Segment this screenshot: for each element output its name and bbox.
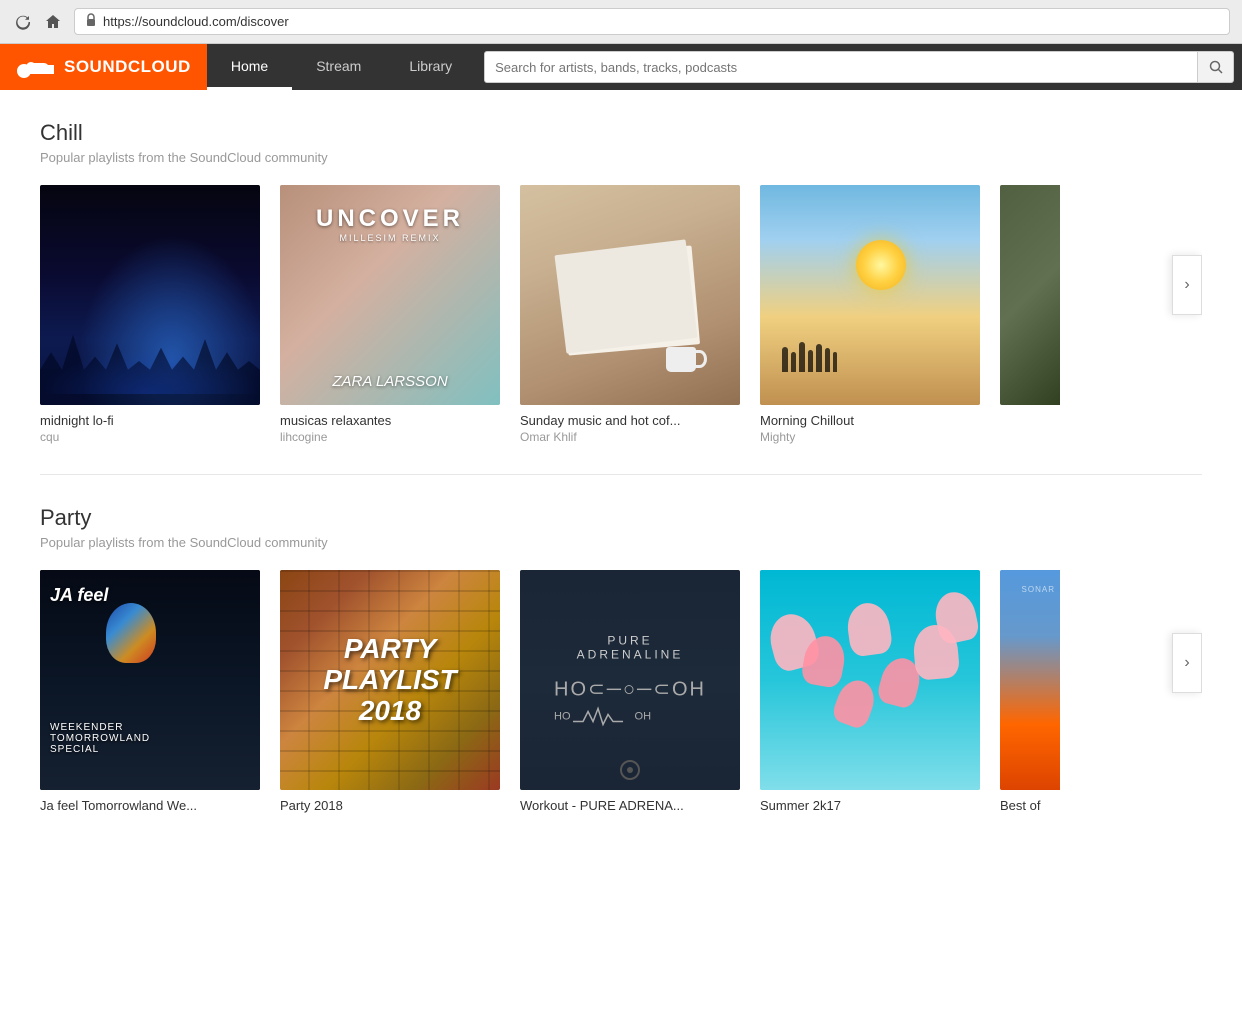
nav-library[interactable]: Library bbox=[385, 44, 476, 90]
playlist-thumb: PARTY PLAYLIST 2018 bbox=[280, 570, 500, 790]
uncover-title-text: UNCOVER bbox=[316, 205, 464, 233]
playlist-author: lihcogine bbox=[280, 430, 500, 444]
jafeel-name: JA feel bbox=[50, 585, 108, 606]
party-line1: PARTY bbox=[323, 634, 456, 665]
jafeel-weekender: WEEKENDER bbox=[50, 722, 150, 733]
playlist-midnight-lofi[interactable]: midnight lo-fi cqu bbox=[40, 185, 260, 444]
section-divider bbox=[40, 474, 1202, 475]
jafeel-tomorrowland: TOMORROWLAND bbox=[50, 733, 150, 744]
playlist-name: Ja feel Tomorrowland We... bbox=[40, 798, 260, 813]
browser-chrome: https://soundcloud.com/discover bbox=[0, 0, 1242, 44]
chill-next-arrow[interactable]: › bbox=[1172, 255, 1202, 315]
playlist-name: musicas relaxantes bbox=[280, 413, 500, 428]
playlist-name: Summer 2k17 bbox=[760, 798, 980, 813]
browser-controls bbox=[12, 11, 64, 33]
main-content: Chill Popular playlists from the SoundCl… bbox=[0, 90, 1242, 1035]
workout-overlay: PURE ADRENALINE HO⊂─○─⊂OH HO OH bbox=[554, 634, 706, 727]
playlist-name: midnight lo-fi bbox=[40, 413, 260, 428]
party-subtitle: Popular playlists from the SoundCloud co… bbox=[40, 535, 1202, 550]
playlist-bestof-partial[interactable]: SONAR Best of bbox=[1000, 570, 1060, 815]
nav-links: Home Stream Library bbox=[207, 44, 476, 90]
playlist-author: cqu bbox=[40, 430, 260, 444]
playlist-thumb: JA feel WEEKENDER TOMORROWLAND SPECIAL bbox=[40, 570, 260, 790]
playlist-musicas[interactable]: UNCOVER MILLESIM REMIX ZARA LARSSON musi… bbox=[280, 185, 500, 444]
url-text: https://soundcloud.com/discover bbox=[103, 14, 289, 29]
playlist-summer[interactable]: Summer 2k17 bbox=[760, 570, 980, 815]
uncover-artist-text: ZARA LARSSON bbox=[332, 373, 447, 390]
playlist-author: Mighty bbox=[760, 430, 980, 444]
party-line3: 2018 bbox=[323, 695, 456, 726]
playlist-name: Morning Chillout bbox=[760, 413, 980, 428]
playlist-morning[interactable]: Morning Chillout Mighty bbox=[760, 185, 980, 444]
nav-home[interactable]: Home bbox=[207, 44, 292, 90]
party-playlist-row: JA feel WEEKENDER TOMORROWLAND SPECIAL J… bbox=[40, 570, 1202, 815]
playlist-name: Sunday music and hot cof... bbox=[520, 413, 740, 428]
party-line2: PLAYLIST bbox=[323, 665, 456, 696]
playlist-jafeel[interactable]: JA feel WEEKENDER TOMORROWLAND SPECIAL J… bbox=[40, 570, 260, 815]
playlist-party2018[interactable]: PARTY PLAYLIST 2018 Party 2018 bbox=[280, 570, 500, 815]
sc-logo-text: SOUNDCLOUD bbox=[64, 57, 191, 77]
playlist-name: Workout - PURE ADRENA... bbox=[520, 798, 740, 813]
playlist-thumb bbox=[1000, 185, 1060, 405]
sc-logo[interactable]: SOUNDCLOUD bbox=[0, 44, 207, 90]
playlist-thumb bbox=[520, 185, 740, 405]
soundcloud-icon bbox=[16, 55, 56, 79]
chill-section: Chill Popular playlists from the SoundCl… bbox=[40, 120, 1202, 444]
search-button[interactable] bbox=[1198, 51, 1234, 83]
playlist-sunday[interactable]: Sunday music and hot cof... Omar Khlif bbox=[520, 185, 740, 444]
playlist-jazz-partial[interactable] bbox=[1000, 185, 1060, 444]
reload-button[interactable] bbox=[12, 11, 34, 33]
bestof-label: Best of bbox=[1000, 798, 1060, 813]
party-text: PARTY PLAYLIST 2018 bbox=[323, 634, 456, 726]
party-next-arrow[interactable]: › bbox=[1172, 633, 1202, 693]
playlist-thumb bbox=[760, 570, 980, 790]
playlist-workout[interactable]: PURE ADRENALINE HO⊂─○─⊂OH HO OH bbox=[520, 570, 740, 815]
playlist-name: Party 2018 bbox=[280, 798, 500, 813]
jafeel-special: SPECIAL bbox=[50, 744, 150, 755]
chill-playlist-row: midnight lo-fi cqu UNCOVER MILLESIM REMI… bbox=[40, 185, 1202, 444]
search-input[interactable] bbox=[484, 51, 1198, 83]
workout-title: PURE ADRENALINE bbox=[554, 634, 706, 662]
playlist-thumb: PURE ADRENALINE HO⊂─○─⊂OH HO OH bbox=[520, 570, 740, 790]
uncover-sub-text: MILLESIM REMIX bbox=[339, 233, 440, 243]
address-bar[interactable]: https://soundcloud.com/discover bbox=[74, 8, 1230, 35]
playlist-thumb bbox=[760, 185, 980, 405]
chill-title: Chill bbox=[40, 120, 1202, 146]
nav-stream[interactable]: Stream bbox=[292, 44, 385, 90]
search-bar bbox=[476, 44, 1242, 90]
playlist-thumb bbox=[40, 185, 260, 405]
party-title: Party bbox=[40, 505, 1202, 531]
playlist-author: Omar Khlif bbox=[520, 430, 740, 444]
main-nav: SOUNDCLOUD Home Stream Library bbox=[0, 44, 1242, 90]
lock-icon bbox=[85, 13, 97, 30]
chill-subtitle: Popular playlists from the SoundCloud co… bbox=[40, 150, 1202, 165]
playlist-thumb: SONAR bbox=[1000, 570, 1060, 790]
party-section: Party Popular playlists from the SoundCl… bbox=[40, 505, 1202, 815]
home-button[interactable] bbox=[42, 11, 64, 33]
playlist-thumb: UNCOVER MILLESIM REMIX ZARA LARSSON bbox=[280, 185, 500, 405]
